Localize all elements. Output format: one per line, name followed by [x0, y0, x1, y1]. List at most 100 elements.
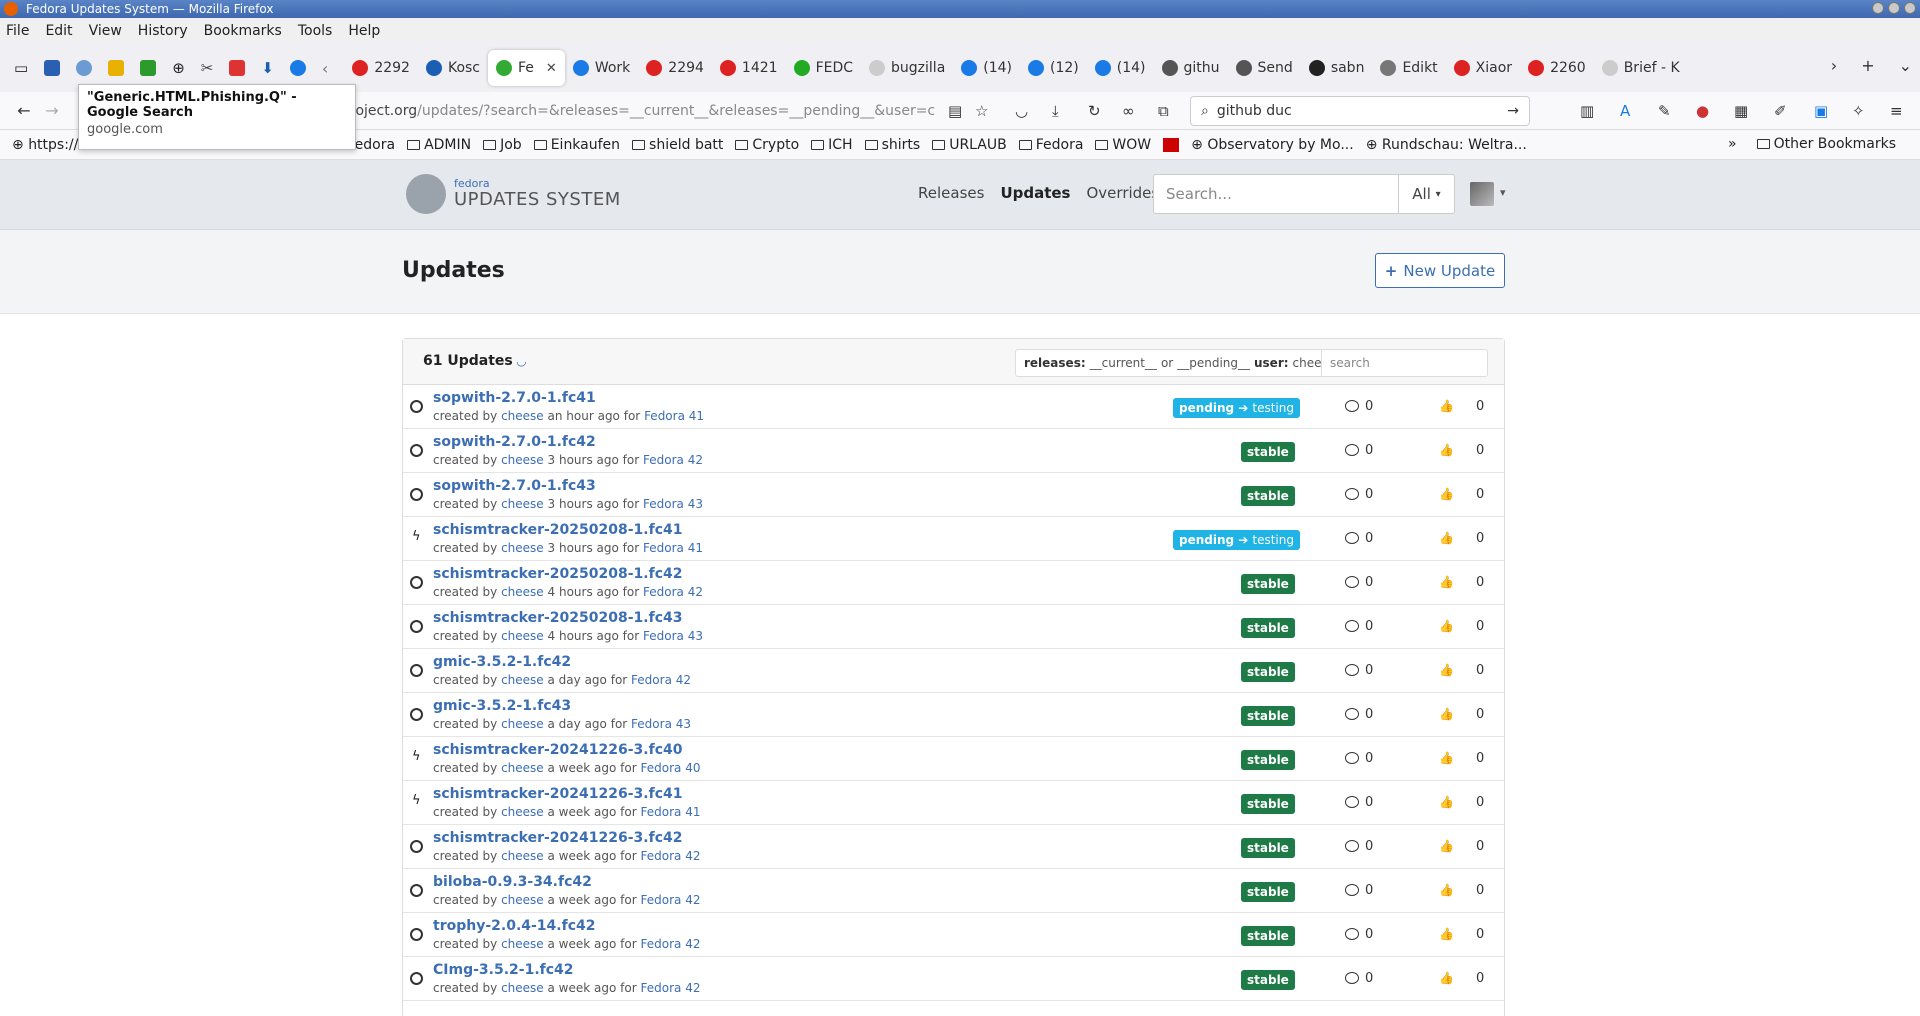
new-update-button[interactable]: + New Update [1375, 253, 1505, 288]
update-title-link[interactable]: sopwith-2.7.0-1.fc41 [433, 390, 596, 406]
update-title-link[interactable]: sopwith-2.7.0-1.fc42 [433, 434, 596, 450]
bookmark-folder[interactable]: shield batt [632, 137, 723, 153]
user-link[interactable]: cheese [501, 805, 544, 819]
update-title-link[interactable]: trophy-2.0.4-14.fc42 [433, 918, 595, 934]
update-title-link[interactable]: schismtracker-20241226-3.fc40 [433, 742, 682, 758]
browser-tab[interactable]: (12) [1020, 50, 1087, 86]
browser-tab[interactable]: 2260 [1520, 50, 1594, 86]
menu-item-history[interactable]: History [138, 23, 188, 39]
browser-tab[interactable]: Xiaor [1446, 50, 1520, 86]
pocket-icon[interactable]: ◡ [1015, 102, 1028, 120]
new-tab-icon[interactable]: + [1861, 56, 1874, 75]
downloads-icon[interactable]: ⤓ [1052, 102, 1059, 120]
release-link[interactable]: Fedora 41 [644, 409, 704, 423]
bookmark-folder[interactable]: Fedora [1018, 137, 1083, 153]
pinned-tab-icon[interactable] [108, 60, 125, 76]
release-link[interactable]: Fedora 42 [641, 893, 701, 907]
browser-search-bar[interactable]: ⌕ github duc → [1190, 96, 1530, 126]
nav-updates[interactable]: Updates [1000, 184, 1070, 202]
release-link[interactable]: Fedora 42 [631, 673, 691, 687]
tab-overview-icon[interactable]: ▭ [14, 59, 28, 77]
extension-icon[interactable]: ✐ [1774, 102, 1787, 120]
reload-icon[interactable]: ↻ [1088, 102, 1101, 120]
menu-item-edit[interactable]: Edit [45, 23, 72, 39]
search-go-icon[interactable]: → [1507, 103, 1519, 119]
user-link[interactable]: cheese [501, 629, 544, 643]
pinned-tab-icon[interactable] [289, 60, 306, 76]
user-link[interactable]: cheese [501, 893, 544, 907]
url-bar[interactable]: roject.org/updates/?search=&releases=__c… [350, 96, 970, 126]
user-link[interactable]: cheese [501, 541, 544, 555]
browser-tab[interactable]: Kosc [418, 50, 488, 86]
active-filters[interactable]: releases: __current__ or __pending__ use… [1015, 349, 1323, 377]
update-title-link[interactable]: CImg-3.5.2-1.fc42 [433, 962, 574, 978]
release-link[interactable]: Fedora 43 [631, 717, 691, 731]
globe-icon[interactable]: ⊕ [172, 59, 185, 77]
browser-tab[interactable]: Fe ✕ [488, 50, 565, 86]
bookmark-item[interactable]: ⊕ Observatory by Mo... [1191, 137, 1354, 153]
bookmark-folder[interactable]: shirts [864, 137, 920, 153]
sidebar-icon[interactable]: ▥ [1580, 102, 1594, 120]
browser-tab[interactable]: githu [1154, 50, 1228, 86]
pinned-tab-icon[interactable]: ✂ [201, 59, 214, 77]
browser-tab[interactable]: FEDC [786, 50, 861, 86]
update-title-link[interactable]: sopwith-2.7.0-1.fc43 [433, 478, 596, 494]
chevron-double-right-icon[interactable]: » [1728, 136, 1737, 152]
menu-item-file[interactable]: File [6, 23, 29, 39]
update-title-link[interactable]: biloba-0.9.3-34.fc42 [433, 874, 592, 890]
release-link[interactable]: Fedora 40 [641, 761, 701, 775]
browser-tab[interactable]: (14) [953, 50, 1020, 86]
bookmark-folder[interactable]: ICH [811, 137, 853, 153]
release-link[interactable]: Fedora 42 [643, 453, 703, 467]
user-link[interactable]: cheese [501, 585, 544, 599]
private-mask-icon[interactable]: ∞ [1122, 102, 1135, 120]
scroll-left-icon[interactable]: ‹ [322, 59, 328, 78]
release-link[interactable]: Fedora 41 [641, 805, 701, 819]
bookmark-favicon-icon[interactable] [1163, 137, 1180, 152]
user-link[interactable]: cheese [501, 717, 544, 731]
menu-item-bookmarks[interactable]: Bookmarks [204, 23, 282, 39]
update-title-link[interactable]: gmic-3.5.2-1.fc43 [433, 698, 571, 714]
user-link[interactable]: cheese [501, 673, 544, 687]
minimize-icon[interactable] [1872, 2, 1884, 14]
release-link[interactable]: Fedora 43 [643, 497, 703, 511]
update-title-link[interactable]: schismtracker-20250208-1.fc42 [433, 566, 682, 582]
screenshot-icon[interactable]: ⧉ [1158, 102, 1169, 120]
browser-tab[interactable]: sabn [1301, 50, 1373, 86]
browser-tab[interactable]: (14) [1087, 50, 1154, 86]
extension-icon[interactable]: ▣ [1814, 102, 1828, 120]
nav-releases[interactable]: Releases [918, 184, 984, 202]
window-controls[interactable] [1872, 2, 1916, 14]
release-link[interactable]: Fedora 42 [643, 585, 703, 599]
other-bookmarks[interactable]: » Other Bookmarks [1728, 136, 1896, 152]
fedora-logo[interactable]: fedora UPDATES SYSTEM [406, 174, 621, 214]
user-link[interactable]: cheese [501, 761, 544, 775]
browser-tab[interactable]: 2294 [638, 50, 712, 86]
user-link[interactable]: cheese [501, 409, 544, 423]
user-link[interactable]: cheese [501, 849, 544, 863]
update-title-link[interactable]: schismtracker-20241226-3.fc42 [433, 830, 682, 846]
user-link[interactable]: cheese [501, 453, 544, 467]
update-title-link[interactable]: schismtracker-20250208-1.fc43 [433, 610, 682, 626]
bookmark-folder[interactable]: Job [483, 137, 522, 153]
hamburger-menu-icon[interactable]: ≡ [1890, 102, 1903, 120]
browser-tab[interactable]: 2292 [344, 50, 418, 86]
release-link[interactable]: Fedora 42 [641, 937, 701, 951]
bookmark-folder[interactable]: URLAUB [932, 137, 1007, 153]
bookmark-folder[interactable]: Crypto [735, 137, 799, 153]
extension-icon[interactable]: ▦ [1734, 102, 1748, 120]
pinned-tab-icon[interactable] [229, 60, 246, 76]
user-link[interactable]: cheese [501, 937, 544, 951]
browser-tab[interactable]: bugzilla [861, 50, 953, 86]
site-search-input[interactable]: Search... [1153, 174, 1399, 214]
list-all-tabs-icon[interactable]: ⌄ [1899, 56, 1912, 75]
forward-icon[interactable]: → [38, 101, 66, 120]
menu-item-help[interactable]: Help [348, 23, 380, 39]
update-title-link[interactable]: schismtracker-20241226-3.fc41 [433, 786, 682, 802]
rss-icon[interactable]: ◟◞ [517, 354, 526, 368]
extension-icon[interactable]: ● [1696, 102, 1709, 120]
download-icon[interactable]: ⬇ [261, 59, 274, 77]
bookmark-star-icon[interactable]: ☆ [975, 102, 988, 120]
bookmark-folder[interactable]: ADMIN [407, 137, 471, 153]
update-title-link[interactable]: schismtracker-20250208-1.fc41 [433, 522, 682, 538]
